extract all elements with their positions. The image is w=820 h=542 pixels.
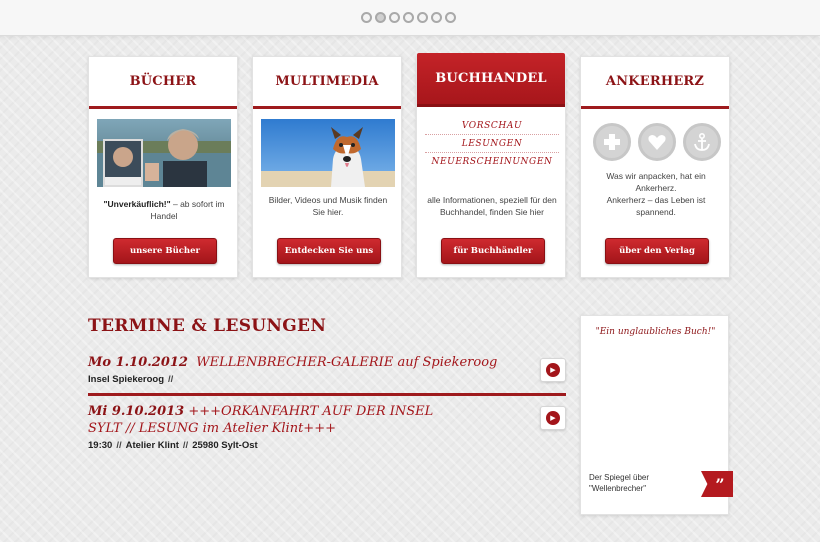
- link-vorschau[interactable]: VORSCHAU: [425, 117, 559, 135]
- slider-dot-5[interactable]: [417, 12, 428, 23]
- card-title: BUCHHANDEL: [417, 53, 565, 107]
- top-bar: [0, 0, 820, 36]
- heart-icon: [638, 123, 676, 161]
- play-arrow-icon: ▶: [546, 363, 560, 377]
- play-arrow-icon: ▶: [546, 411, 560, 425]
- dog-photo[interactable]: [261, 119, 395, 187]
- author-photo[interactable]: [97, 119, 231, 187]
- quote-mark-icon[interactable]: ”: [701, 471, 733, 497]
- slider-dot-6[interactable]: [431, 12, 442, 23]
- card-title: BÜCHER: [89, 57, 237, 109]
- fuer-buchhaendler-button[interactable]: für Buchhändler: [441, 238, 545, 264]
- event-title: WELLENBRECHER-GALERIE auf Spiekeroog: [196, 355, 498, 370]
- card-multimedia: MULTIMEDIA Bilder, Videos und Musik find…: [252, 56, 402, 278]
- slider-dot-7[interactable]: [445, 12, 456, 23]
- event-location: Insel Spiekeroog: [88, 374, 165, 385]
- event-meta: 19:30//Atelier Klint//25980 Sylt-Ost: [88, 440, 566, 451]
- ueber-den-verlag-button[interactable]: über den Verlag: [605, 238, 709, 264]
- event-location: Atelier Klint: [125, 440, 179, 451]
- event-heading[interactable]: Mo 1.10.2012 WELLENBRECHER-GALERIE auf S…: [88, 354, 566, 371]
- meta-separator: //: [116, 440, 122, 451]
- event-date: Mi 9.10.2013: [88, 404, 185, 419]
- quote-source: Der Spiegel über "Wellenbrecher": [589, 473, 650, 493]
- card-ankerherz: ANKERHERZ Was wir anpacken, hat ein Anke…: [580, 56, 730, 278]
- link-neuerscheinungen[interactable]: NEUERSCHEINUNGEN: [425, 153, 559, 171]
- event-item: Mi 9.10.2013 +++ORKANFAHRT AUF DER INSEL…: [88, 403, 566, 451]
- card-description: Bilder, Videos und Musik finden Sie hier…: [268, 195, 388, 217]
- slider-pagination: [361, 12, 456, 23]
- ankerherz-icons: [593, 123, 721, 161]
- slider-dot-3[interactable]: [389, 12, 400, 23]
- event-heading[interactable]: Mi 9.10.2013 +++ORKANFAHRT AUF DER INSEL…: [88, 403, 468, 437]
- card-title: MULTIMEDIA: [253, 57, 401, 109]
- event-divider: [88, 393, 566, 396]
- meta-separator: //: [182, 440, 189, 451]
- cross-icon: [593, 123, 631, 161]
- slider-dot-1[interactable]: [361, 12, 372, 23]
- event-item: Mo 1.10.2012 WELLENBRECHER-GALERIE auf S…: [88, 354, 566, 385]
- event-date: Mo 1.10.2012: [88, 355, 188, 370]
- event-meta: Insel Spiekeroog//: [88, 374, 566, 385]
- event-details-button[interactable]: ▶: [540, 358, 566, 382]
- card-description: alle Informationen, speziell für den Buc…: [427, 195, 557, 217]
- card-description-line-2: Ankerherz – das Leben ist spannend.: [606, 195, 706, 217]
- entdecken-button[interactable]: Entdecken Sie uns: [277, 238, 381, 264]
- buchhandel-links: VORSCHAU LESUNGEN NEUERSCHEINUNGEN: [425, 117, 559, 171]
- anchor-icon: [683, 123, 721, 161]
- slider-dot-4[interactable]: [403, 12, 414, 23]
- card-buecher: BÜCHER "Unverkäuflich!" – ab sofort im H…: [88, 56, 238, 278]
- unsere-buecher-button[interactable]: unsere Bücher: [113, 238, 217, 264]
- card-description: "Unverkäuflich!" – ab sofort im Handel: [99, 198, 229, 222]
- meta-separator: //: [168, 374, 174, 385]
- link-lesungen[interactable]: LESUNGEN: [425, 135, 559, 153]
- event-time: 19:30: [88, 440, 113, 451]
- event-details-button[interactable]: ▶: [540, 406, 566, 430]
- card-description-highlight: "Unverkäuflich!": [103, 199, 171, 209]
- card-buchhandel: BUCHHANDEL VORSCHAU LESUNGEN NEUERSCHEIN…: [416, 53, 566, 278]
- section-title: TERMINE & LESUNGEN: [88, 316, 327, 336]
- card-title: ANKERHERZ: [581, 57, 729, 109]
- event-address: 25980 Sylt-Ost: [192, 440, 258, 451]
- press-quote-box: "Ein unglaubliches Buch!" Der Spiegel üb…: [580, 315, 733, 515]
- quote-text: "Ein unglaubliches Buch!": [595, 327, 716, 337]
- slider-dot-2[interactable]: [375, 12, 386, 23]
- card-description-line-1: Was wir anpacken, hat ein Ankerherz.: [606, 171, 706, 193]
- card-description: Was wir anpacken, hat ein Ankerherz. Ank…: [591, 170, 721, 218]
